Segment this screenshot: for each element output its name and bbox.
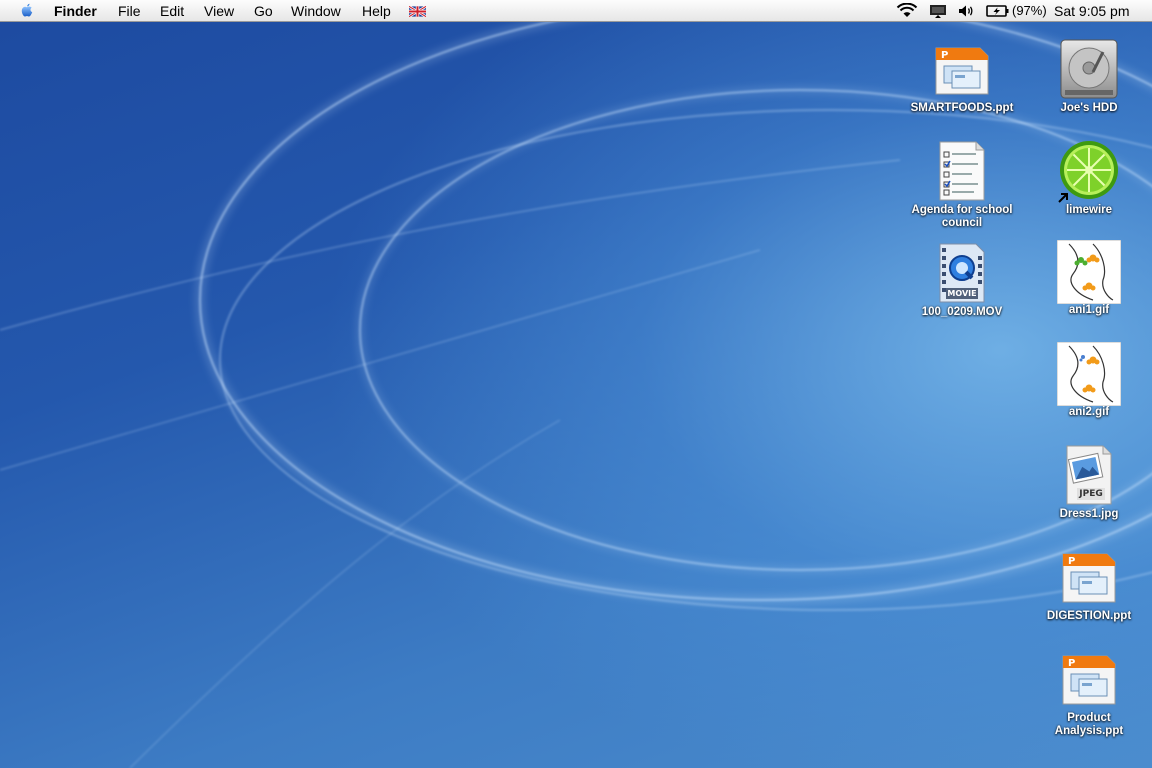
powerpoint-file-icon: P <box>1057 546 1121 610</box>
jpeg-file-icon: JPEG <box>1057 444 1121 508</box>
quicktime-movie-icon: MOVIE <box>930 242 994 306</box>
desktop-icon-label: Product Analysis.ppt <box>1054 712 1124 737</box>
jpeg-badge: JPEG <box>1079 489 1103 499</box>
apple-menu-icon[interactable] <box>18 2 36 20</box>
desktop-icon-label: ani2.gif <box>1068 406 1110 418</box>
desktop-icon-digestion-ppt[interactable]: P DIGESTION.ppt <box>1030 546 1148 623</box>
desktop-icon-label: 100_0209.MOV <box>921 306 1003 318</box>
menu-view[interactable]: View <box>204 3 234 19</box>
desktop-icon-label: DIGESTION.ppt <box>1046 610 1132 622</box>
menu-finder[interactable]: Finder <box>54 3 97 19</box>
desktop-icon-agenda-doc[interactable]: Agenda for school council <box>903 140 1021 230</box>
volume-icon[interactable] <box>957 3 975 19</box>
menu-window[interactable]: Window <box>291 3 341 19</box>
desktop-icon-joes-hdd[interactable]: Joe's HDD <box>1030 38 1148 115</box>
menu-go[interactable]: Go <box>254 3 273 19</box>
desktop-icon-label: Dress1.jpg <box>1059 508 1119 520</box>
desktop-icon-ani2-gif[interactable]: ani2.gif <box>1030 341 1148 419</box>
desktop-icon-label: Agenda for school council <box>911 204 1013 229</box>
desktop-icon-limewire[interactable]: limewire <box>1030 140 1148 217</box>
menu-bar: Finder File Edit View Go Window Help (97… <box>0 0 1152 22</box>
desktop-icon-dress1-jpg[interactable]: JPEG Dress1.jpg <box>1030 444 1148 521</box>
limewire-alias-icon <box>1057 140 1121 204</box>
menu-file[interactable]: File <box>118 3 141 19</box>
desktop-icon-product-analysis-ppt[interactable]: P Product Analysis.ppt <box>1030 648 1148 738</box>
menu-clock[interactable]: Sat 9:05 pm <box>1054 3 1130 19</box>
battery-icon[interactable] <box>986 3 1010 19</box>
movie-badge: MOVIE <box>947 289 977 298</box>
checklist-document-icon <box>930 140 994 204</box>
display-icon[interactable] <box>929 3 947 19</box>
svg-text:P: P <box>1068 658 1075 669</box>
hard-drive-icon <box>1057 38 1121 102</box>
desktop-icon-smartfoods-ppt[interactable]: P SMARTFOODS.ppt <box>903 38 1021 115</box>
menu-help[interactable]: Help <box>362 3 391 19</box>
gif-image-icon <box>1056 239 1122 305</box>
desktop-icon-label: SMARTFOODS.ppt <box>910 102 1014 114</box>
powerpoint-file-icon: P <box>1057 648 1121 712</box>
desktop[interactable]: Finder File Edit View Go Window Help (97… <box>0 0 1152 768</box>
uk-flag-icon[interactable] <box>409 6 426 17</box>
svg-text:P: P <box>941 50 948 61</box>
wallpaper-swirl <box>0 0 1152 768</box>
desktop-icon-ani1-gif[interactable]: ani1.gif <box>1030 239 1148 317</box>
menu-edit[interactable]: Edit <box>160 3 184 19</box>
powerpoint-file-icon: P <box>930 38 994 102</box>
desktop-icon-label: limewire <box>1065 204 1113 216</box>
battery-percent: (97%) <box>1012 3 1047 18</box>
wifi-icon[interactable] <box>896 3 918 19</box>
desktop-icon-label: Joe's HDD <box>1060 102 1118 114</box>
desktop-icon-movie[interactable]: MOVIE 100_0209.MOV <box>903 242 1021 319</box>
gif-image-icon <box>1056 341 1122 407</box>
svg-text:P: P <box>1068 556 1075 567</box>
desktop-icon-label: ani1.gif <box>1068 304 1110 316</box>
